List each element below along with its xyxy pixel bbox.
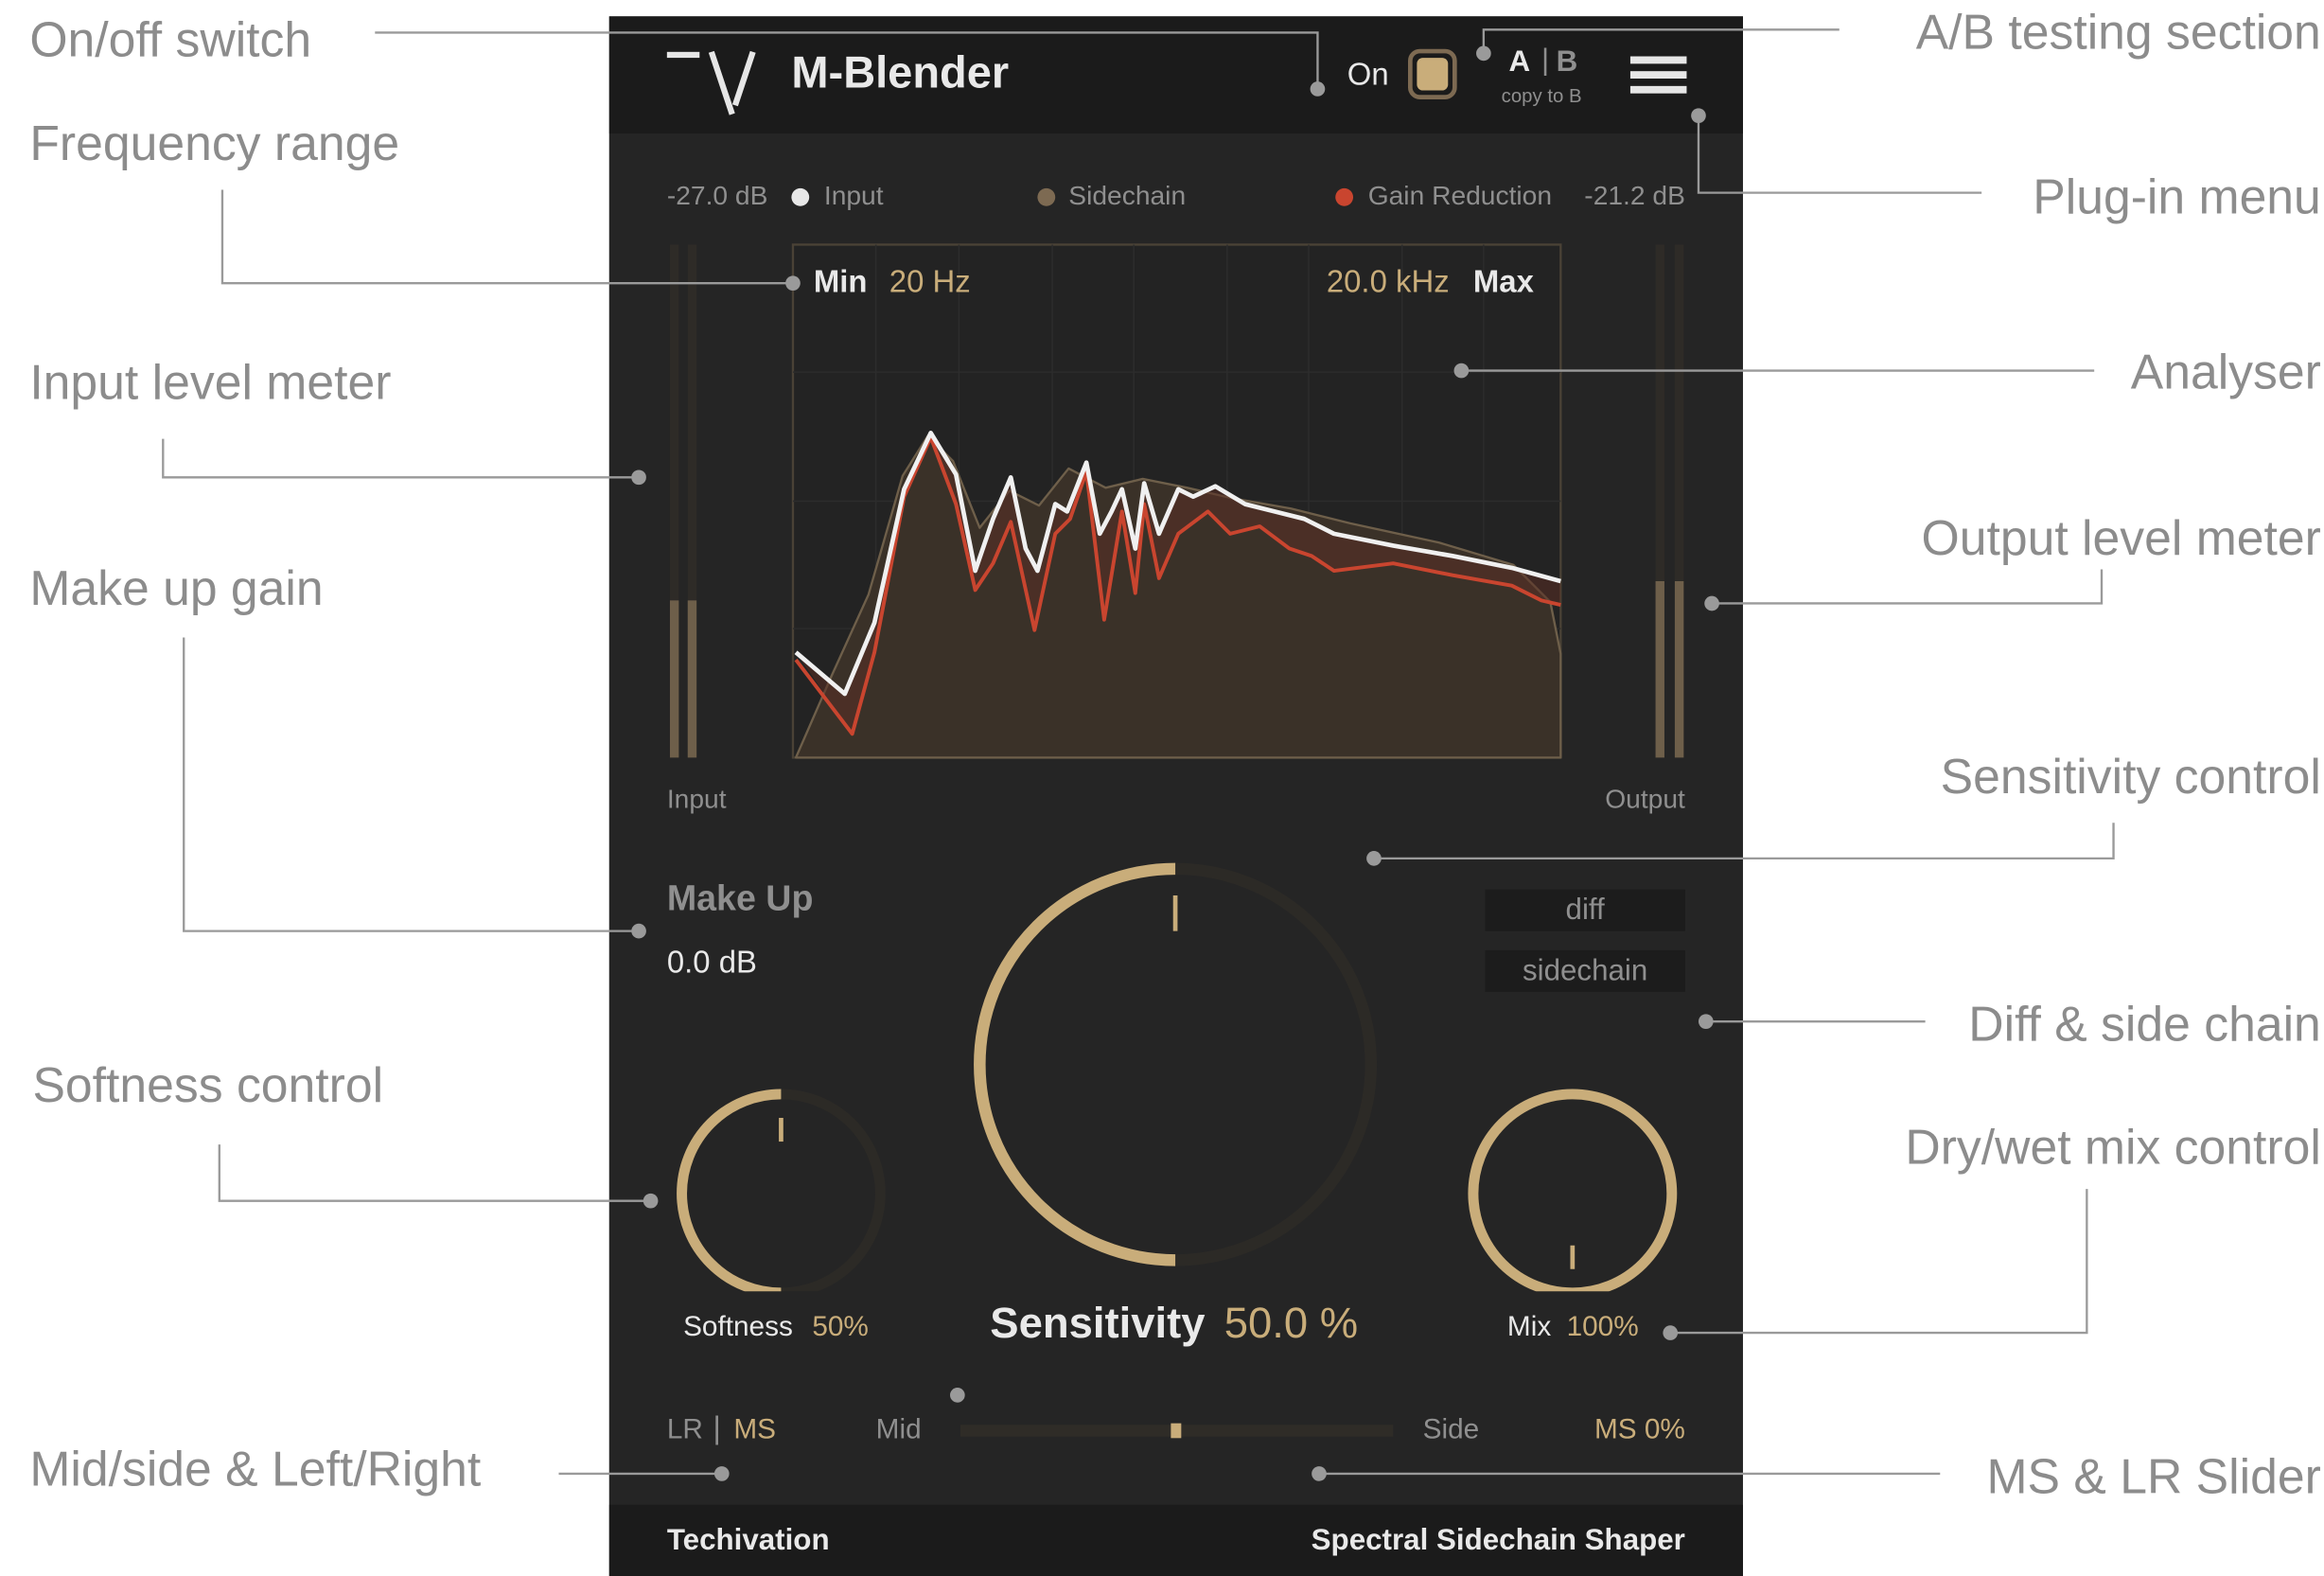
annotation-ab: A/B testing section (1915, 4, 2321, 60)
mix-value: 100% (1566, 1312, 1639, 1344)
annotation-input-meter: Input level meter (29, 354, 392, 410)
annotation-output-meter: Output level meter (1921, 509, 2321, 565)
annotation-on-off: On/off switch (29, 11, 312, 67)
annotation-analyser: Analyser (2130, 344, 2321, 399)
plugin-window: M-Blender On A | B copy to B -27.0 dB In… (608, 16, 1743, 1576)
input-level-meter (669, 244, 697, 758)
annotation-make-up: Make up gain (29, 560, 324, 616)
annotation-ms-lr-slider: MS & LR Slider (1986, 1448, 2321, 1504)
footer: Techivation Spectral Sidechain Shaper (608, 1504, 1743, 1576)
product-label: Spectral Sidechain Shaper (1311, 1524, 1685, 1557)
mix-label: Mix (1506, 1312, 1552, 1344)
freq-min-value[interactable]: 20 Hz (889, 265, 971, 301)
knobs (677, 862, 1678, 1292)
annotation-frequency-range: Frequency range (29, 115, 400, 171)
annotation-dry-wet: Dry/wet mix control (1905, 1119, 2321, 1175)
input-meter-label: Input (666, 784, 727, 814)
analyser-graphics (669, 243, 1684, 759)
mix-knob[interactable] (1468, 1089, 1678, 1292)
softness-knob[interactable] (677, 1089, 886, 1292)
freq-max-label: Max (1472, 265, 1534, 300)
freq-min-label: Min (813, 265, 868, 300)
stage: M-Blender On A | B copy to B -27.0 dB In… (0, 0, 2324, 1576)
side-label: Side (1422, 1414, 1480, 1446)
annotation-sensitivity: Sensitivity control (1940, 748, 2321, 804)
lr-button[interactable]: LR (667, 1414, 703, 1446)
sensitivity-knob[interactable] (974, 862, 1378, 1266)
ms-slider-thumb[interactable] (1171, 1423, 1182, 1439)
ms-button[interactable]: MS (733, 1414, 776, 1446)
analyser (791, 243, 1562, 759)
ms-slider-track[interactable] (960, 1423, 1394, 1439)
softness-value: 50% (812, 1312, 869, 1344)
sensitivity-label: Sensitivity (990, 1300, 1206, 1348)
ms-value: MS 0% (1593, 1414, 1685, 1446)
annotation-diff-sidechain: Diff & side chain (1968, 996, 2321, 1052)
annotation-softness: Softness control (32, 1056, 384, 1112)
annotation-plugin-menu: Plug-in menu (2033, 168, 2321, 224)
output-meter-label: Output (1605, 784, 1685, 814)
output-level-meter (1655, 244, 1684, 758)
mid-label: Mid (875, 1414, 922, 1446)
softness-label: Softness (683, 1312, 793, 1344)
freq-max-value[interactable]: 20.0 kHz (1327, 265, 1450, 301)
sensitivity-value: 50.0 % (1224, 1300, 1359, 1348)
annotation-mid-side: Mid/side & Left/Right (29, 1441, 482, 1496)
lr-ms-separator: | (713, 1411, 721, 1446)
brand-label: Techivation (666, 1524, 830, 1557)
